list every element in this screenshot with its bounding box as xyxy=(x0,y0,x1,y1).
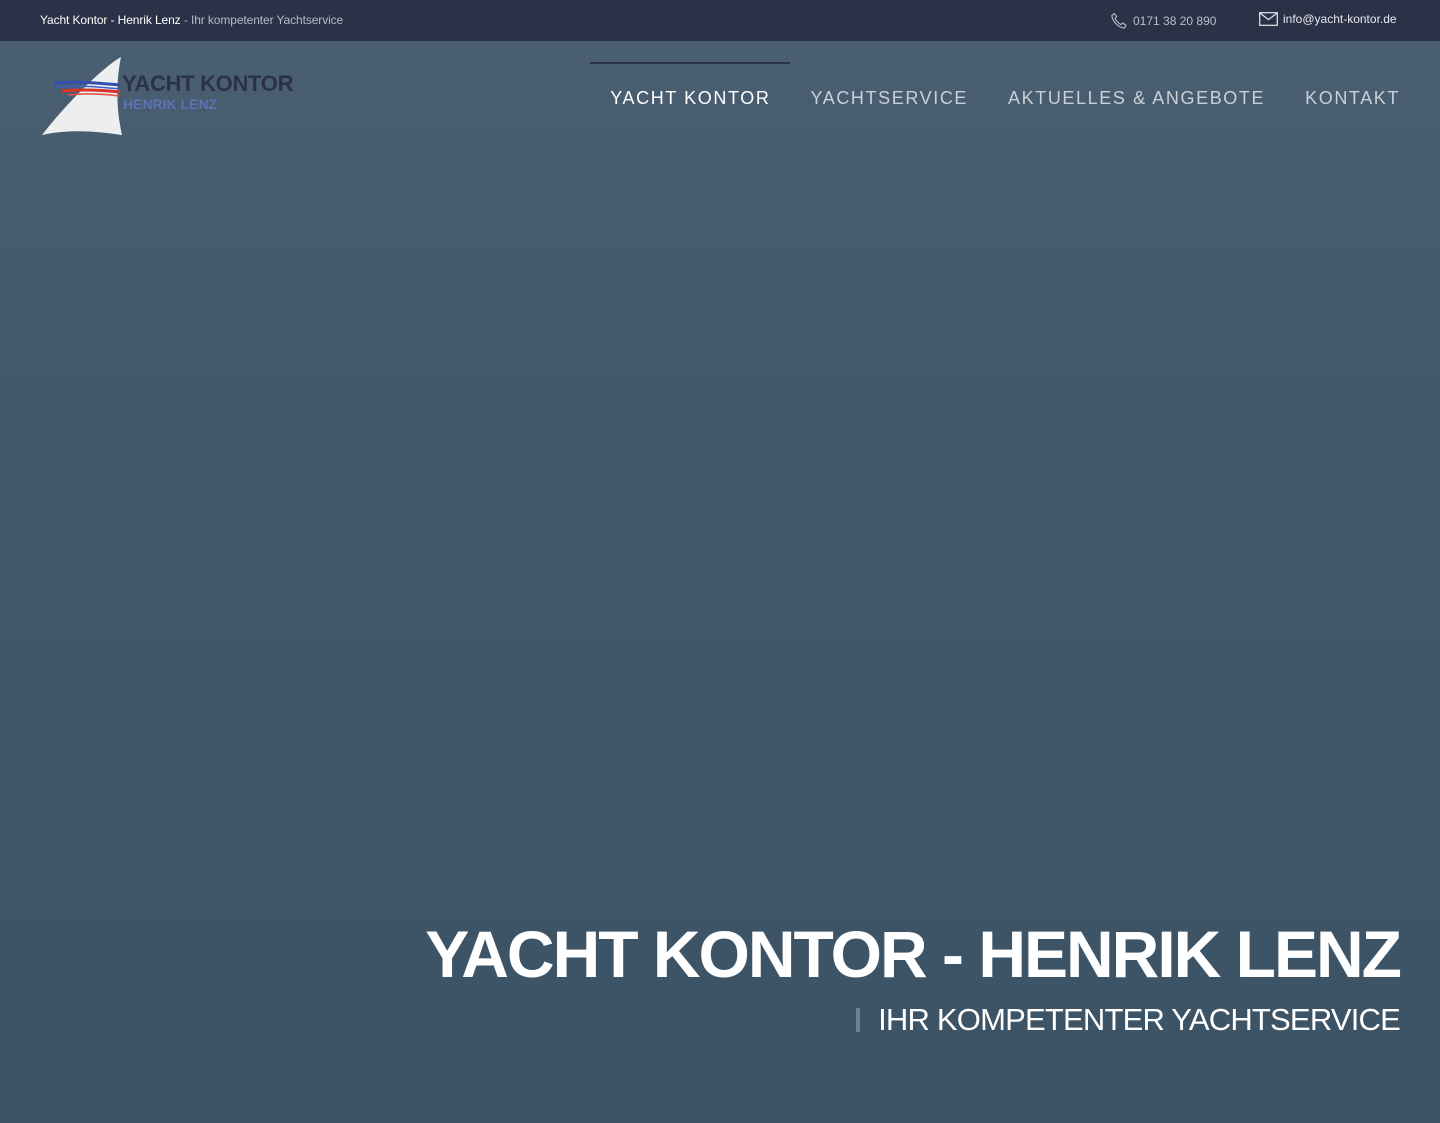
phone-icon xyxy=(1110,12,1128,30)
page: Yacht Kontor - Henrik Lenz - Ihr kompete… xyxy=(0,0,1440,1123)
site-logo[interactable]: YACHT KONTOR HENRIK LENZ xyxy=(40,55,294,137)
email-address: info@yacht-kontor.de xyxy=(1283,12,1397,26)
nav-item-aktuelles-angebote[interactable]: AKTUELLES & ANGEBOTE xyxy=(988,62,1285,132)
main-nav: YACHT KONTOR YACHTSERVICE AKTUELLES & AN… xyxy=(590,62,1400,132)
nav-item-yachtservice[interactable]: YACHTSERVICE xyxy=(790,62,988,132)
phone-link[interactable]: 0171 38 20 890 xyxy=(1110,12,1216,30)
logo-title: YACHT KONTOR xyxy=(122,71,294,96)
hero-subtitle-row: IHR KOMPETENTER YACHTSERVICE xyxy=(856,1002,1401,1038)
top-tagline: Yacht Kontor - Henrik Lenz - Ihr kompete… xyxy=(40,13,343,27)
top-site-name: Yacht Kontor - Henrik Lenz xyxy=(40,13,181,27)
email-link[interactable]: info@yacht-kontor.de xyxy=(1259,12,1397,26)
hero-subtitle: IHR KOMPETENTER YACHTSERVICE xyxy=(878,1002,1401,1037)
phone-number: 0171 38 20 890 xyxy=(1133,14,1217,28)
top-slogan: Ihr kompetenter Yachtservice xyxy=(190,13,344,27)
top-separator: - xyxy=(180,13,191,27)
nav-item-kontakt[interactable]: KONTAKT xyxy=(1285,62,1400,132)
hero-subtitle-divider xyxy=(856,1008,861,1032)
top-bar: Yacht Kontor - Henrik Lenz - Ihr kompete… xyxy=(0,0,1440,41)
hero-title: YACHT KONTOR - HENRIK LENZ xyxy=(425,917,1402,991)
mail-icon xyxy=(1259,12,1278,26)
logo-subtitle: HENRIK LENZ xyxy=(123,96,218,112)
nav-item-yacht-kontor[interactable]: YACHT KONTOR xyxy=(590,62,791,132)
